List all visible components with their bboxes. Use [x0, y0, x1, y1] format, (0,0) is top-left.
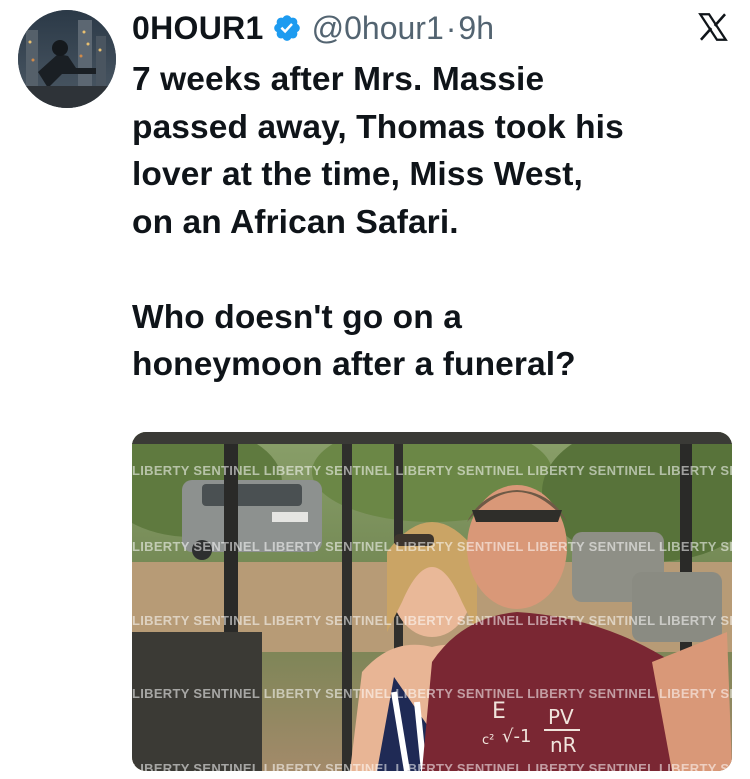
author-handle[interactable]: @0hour1 [312, 10, 444, 47]
author-display-name[interactable]: 0HOUR1 [132, 10, 264, 47]
watermark-row: LIBERTY SENTINEL LIBERTY SENTINEL LIBERT… [132, 539, 732, 554]
watermark-row: LIBERTY SENTINEL LIBERTY SENTINEL LIBERT… [132, 463, 732, 478]
shirt-equation-root: √-1 [502, 726, 531, 747]
safari-photo: E c² √-1 PV nR [132, 432, 732, 771]
watermark-row: LIBERTY SENTINEL LIBERTY SENTINEL LIBERT… [132, 686, 732, 701]
tweet-timestamp[interactable]: 9h [458, 10, 494, 47]
shirt-equation-c2: c² [482, 733, 494, 748]
avatar-image [18, 10, 116, 108]
tweet-header: 0HOUR1 @0hour1 · 9h [132, 8, 730, 48]
x-logo-icon [698, 13, 728, 41]
shirt-equation-nr: nR [550, 733, 577, 757]
shirt-equation-pv: PV [548, 705, 574, 729]
verified-badge-icon [273, 15, 300, 41]
author-avatar[interactable] [18, 10, 116, 108]
tweet-media-photo[interactable]: E c² √-1 PV nR LIBERTY SENTINEL LIBERTY … [132, 432, 732, 771]
header-separator: · [445, 9, 457, 46]
shirt-equation-e: E [492, 699, 506, 724]
tweet-text: 7 weeks after Mrs. Massie passed away, T… [132, 61, 624, 383]
watermark-row: LIBERTY SENTINEL LIBERTY SENTINEL LIBERT… [132, 613, 732, 628]
watermark-row: LIBERTY SENTINEL LIBERTY SENTINEL LIBERT… [132, 761, 732, 771]
